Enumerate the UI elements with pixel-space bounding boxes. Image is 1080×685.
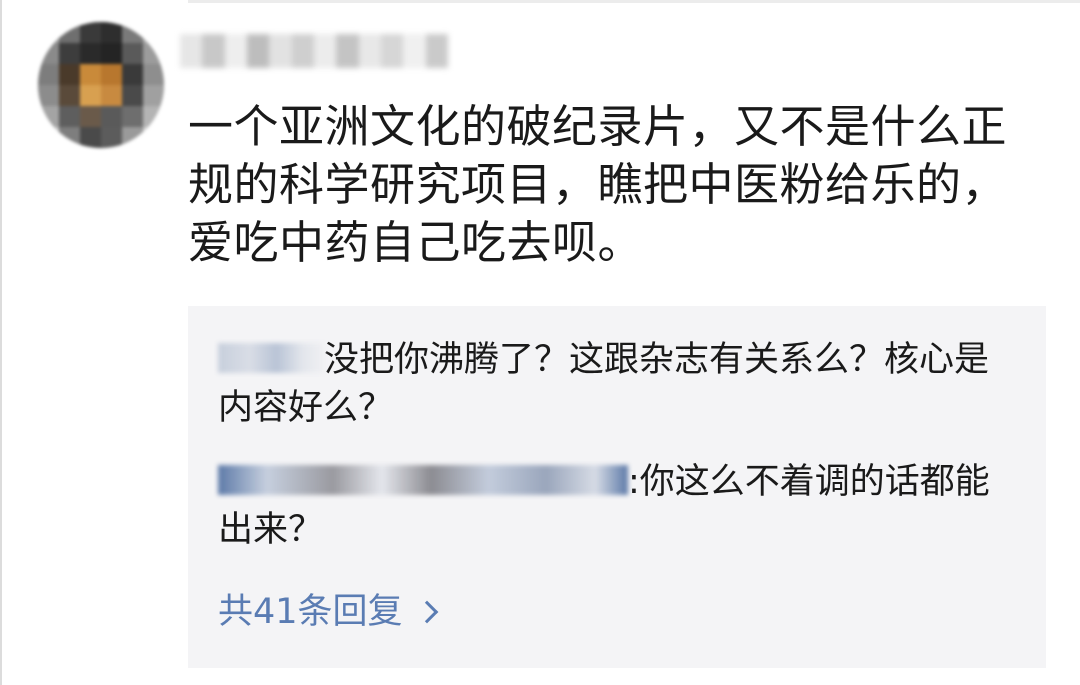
chevron-right-icon (415, 600, 438, 624)
reply-username-blurred[interactable] (218, 343, 324, 373)
comment-text: 一个亚洲文化的破纪录片，又不是什么正规的科学研究项目，瞧把中医粉给乐的，爱吃中药… (188, 100, 1008, 269)
reply-username-blurred[interactable] (218, 465, 628, 495)
view-all-replies-label: 共41条回复 (218, 592, 403, 632)
username-blurred[interactable] (180, 34, 448, 68)
reply-item[interactable]: :你这么不着调的话都能出来？ (218, 458, 1008, 554)
user-avatar[interactable] (38, 22, 164, 148)
reply-item[interactable]: 没把你沸腾了？这跟杂志有关系么？核心是内容好么？ (218, 336, 1008, 432)
left-edge-divider (0, 0, 2, 685)
reply-panel: 没把你沸腾了？这跟杂志有关系么？核心是内容好么？ :你这么不着调的话都能出来？ … (188, 306, 1046, 668)
top-divider (188, 0, 1080, 3)
reply-text: 没把你沸腾了？这跟杂志有关系么？核心是内容好么？ (218, 340, 990, 428)
view-all-replies-link[interactable]: 共41条回复 (218, 588, 438, 636)
